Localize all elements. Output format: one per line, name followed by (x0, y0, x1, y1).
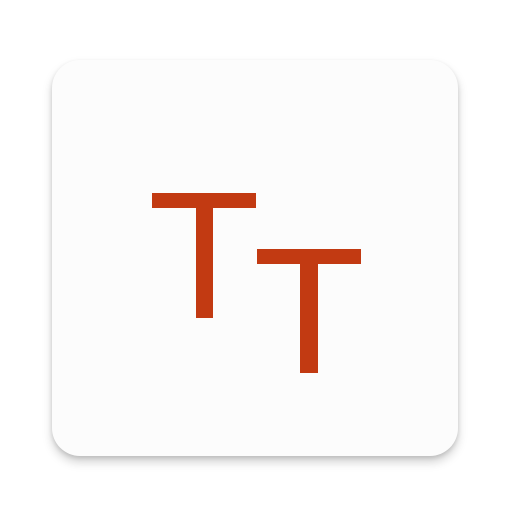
letter-t-large-icon (152, 193, 256, 318)
t-large-stem (196, 193, 213, 318)
t-small-stem (300, 249, 318, 373)
app-icon-canvas (0, 0, 512, 512)
letter-t-small-icon (257, 249, 361, 373)
